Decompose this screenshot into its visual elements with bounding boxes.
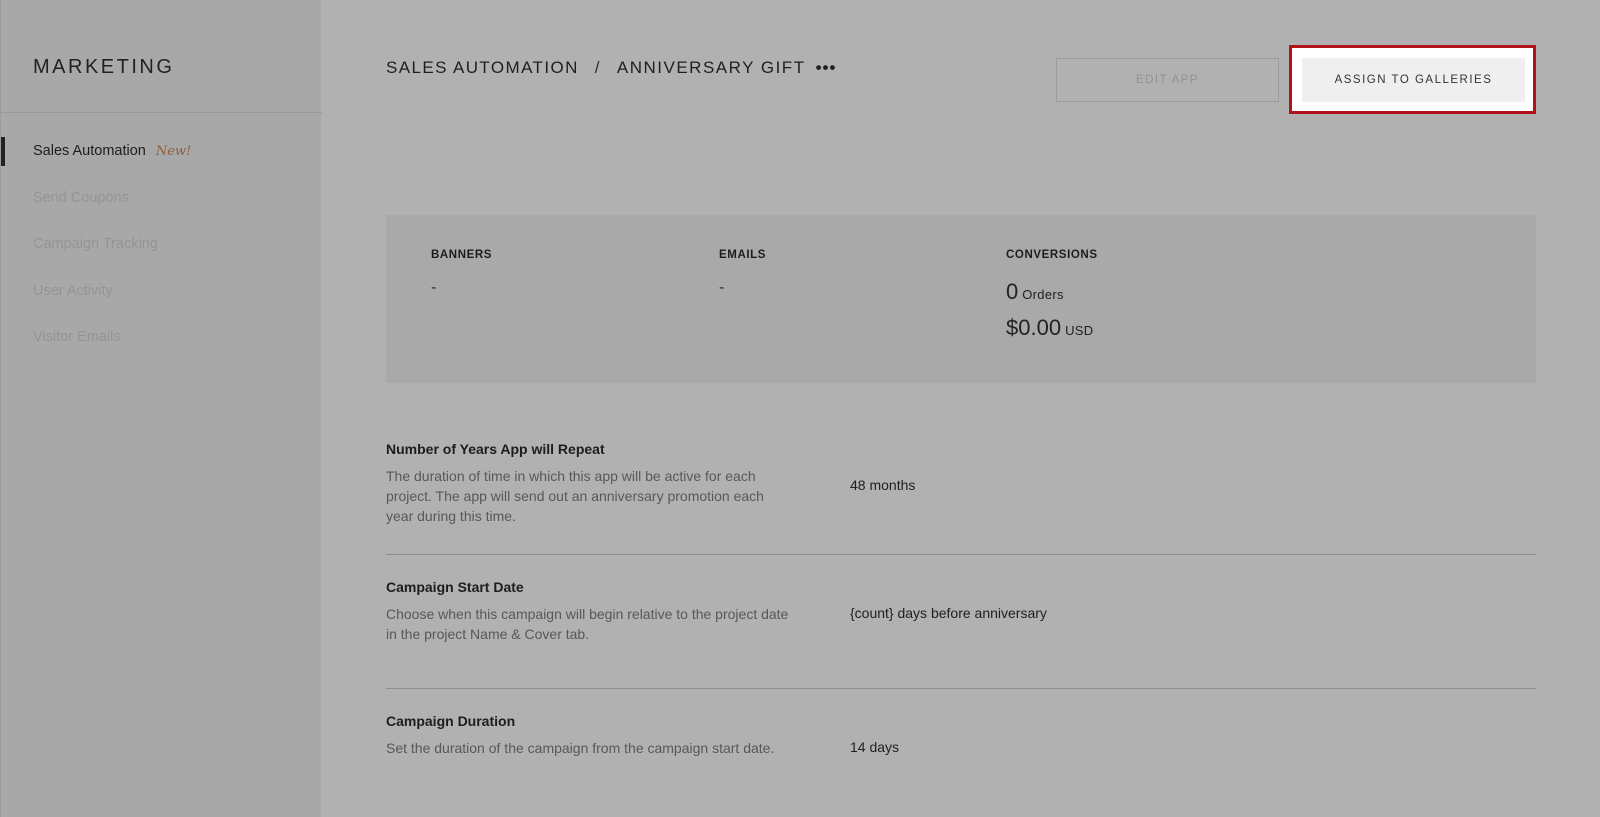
assign-to-galleries-button[interactable]: ASSIGN TO GALLERIES <box>1302 58 1525 102</box>
conversions-stat: CONVERSIONS 0 Orders $0.00 USD <box>1006 249 1098 341</box>
emails-value: - <box>719 279 725 296</box>
sidebar-item-label: Send Coupons <box>33 189 129 206</box>
banners-stat: BANNERS - <box>431 249 492 297</box>
setting-value: 48 months <box>850 477 916 493</box>
banners-label: BANNERS <box>431 249 493 261</box>
sidebar-title: MARKETING <box>33 56 175 78</box>
emails-stat: EMAILS - <box>719 249 766 297</box>
orders-value: 0 <box>1006 279 1019 304</box>
active-indicator <box>1 137 5 166</box>
setting-title: Campaign Duration <box>386 713 516 729</box>
row-divider <box>386 688 1536 689</box>
sidebar-item-label: Campaign Tracking <box>33 236 158 252</box>
row-divider <box>386 554 1536 555</box>
banners-value: - <box>431 279 437 296</box>
setting-row-repeat-years: Number of Years App will Repeat The dura… <box>386 441 1536 526</box>
revenue-line: $0.00 USD <box>1006 315 1098 341</box>
breadcrumb: SALES AUTOMATION / ANNIVERSARY GIFT ••• <box>386 58 836 78</box>
setting-description: The duration of time in which this app w… <box>386 468 764 524</box>
sidebar-item-label: User Activity <box>33 282 113 299</box>
new-badge: New! <box>155 144 192 159</box>
setting-description: Choose when this campaign will begin rel… <box>386 606 789 642</box>
sidebar-item-sales-automation[interactable]: Sales Automation New! <box>1 137 322 187</box>
setting-row-campaign-start: Campaign Start Date Choose when this cam… <box>386 579 1536 644</box>
stats-panel: BANNERS - EMAILS - CONVERSIONS 0 Orders $… <box>386 215 1536 383</box>
setting-value: 14 days <box>850 739 900 755</box>
sidebar-item-label: Visitor Emails <box>33 329 121 345</box>
sidebar-divider <box>1 112 322 113</box>
setting-row-campaign-duration: Campaign Duration Set the duration of th… <box>386 713 1536 758</box>
setting-description: Set the duration of the campaign from th… <box>386 740 775 756</box>
page-title: ANNIVERSARY GIFT <box>616 58 806 77</box>
revenue-value: $0.00 <box>1006 315 1062 340</box>
setting-title: Number of Years App will Repeat <box>386 441 605 457</box>
orders-unit: Orders <box>1022 287 1064 302</box>
setting-value: {count} days before anniversary <box>850 605 1047 621</box>
edit-app-button[interactable]: EDIT APP <box>1056 58 1279 102</box>
sidebar-item-visitor-emails[interactable]: Visitor Emails <box>1 326 322 373</box>
breadcrumb-parent-link[interactable]: SALES AUTOMATION <box>386 58 579 77</box>
more-options-icon[interactable]: ••• <box>816 58 837 78</box>
orders-line: 0 Orders <box>1006 279 1098 305</box>
emails-label: EMAILS <box>719 249 767 261</box>
sidebar-item-user-activity[interactable]: User Activity <box>1 280 322 327</box>
setting-title: Campaign Start Date <box>386 579 524 595</box>
conversions-label: CONVERSIONS <box>1006 249 1098 261</box>
revenue-unit: USD <box>1065 323 1094 338</box>
sidebar-nav: Sales Automation New! Send Coupons Campai… <box>1 137 322 373</box>
sidebar: MARKETING Sales Automation New! Send Coup… <box>0 0 322 817</box>
sidebar-item-campaign-tracking[interactable]: Campaign Tracking <box>1 233 322 280</box>
sidebar-item-send-coupons[interactable]: Send Coupons <box>1 187 322 234</box>
breadcrumb-separator: / <box>594 58 601 77</box>
sidebar-item-label: Sales Automation <box>33 143 146 159</box>
